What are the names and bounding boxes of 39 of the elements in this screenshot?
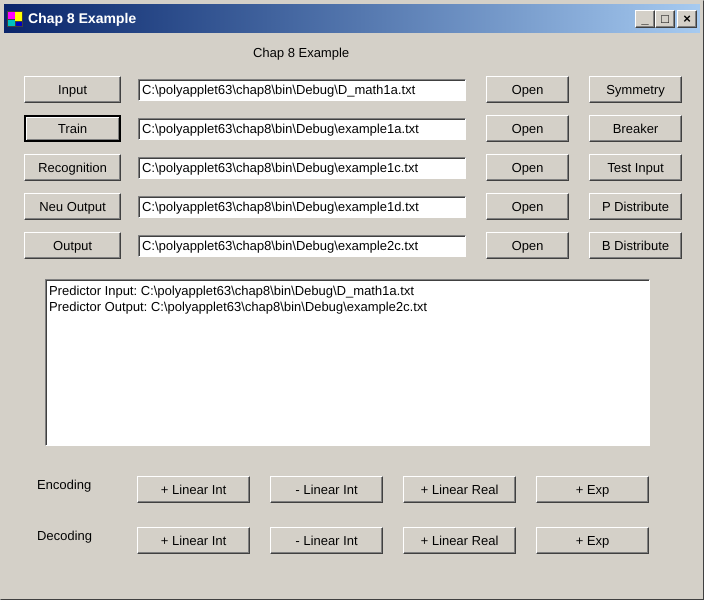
- close-button[interactable]: ×: [677, 10, 697, 28]
- path-field[interactable]: C:\polyapplet63\chap8\bin\Debug\D_math1a.txt: [138, 78, 466, 100]
- app-icon: [7, 10, 23, 26]
- heading-label: Chap 8 Example: [253, 45, 350, 60]
- tool-button[interactable]: Symmetry: [589, 76, 682, 103]
- tool-button[interactable]: B Distribute: [589, 232, 682, 259]
- row-label: Encoding: [37, 476, 92, 494]
- coding-button[interactable]: + Linear Int: [137, 476, 250, 503]
- open-button[interactable]: Open: [486, 154, 569, 181]
- log-line: Predictor Input: C:\polyapplet63\chap8\bin\Debug\D_math1a.txt: [49, 283, 415, 299]
- coding-button[interactable]: - Linear Int: [270, 527, 383, 554]
- coding-button[interactable]: + Linear Real: [403, 527, 516, 554]
- maximize-button[interactable]: □: [655, 10, 675, 28]
- minimize-button[interactable]: _: [635, 10, 655, 28]
- path-field[interactable]: C:\polyapplet63\chap8\bin\Debug\example1c.txt: [138, 156, 466, 178]
- action-button[interactable]: Output: [24, 232, 121, 259]
- coding-button[interactable]: + Exp: [536, 476, 649, 503]
- open-button[interactable]: Open: [486, 193, 569, 220]
- log-textarea[interactable]: Predictor Input: C:\polyapplet63\chap8\bin\Debug\D_math1a.txt Predictor Output: C:\polyapplet63\chap8\bin\Debug\example2c.txt: [45, 279, 650, 446]
- coding-button[interactable]: - Linear Int: [270, 476, 383, 503]
- row-label: Decoding: [37, 527, 93, 545]
- action-button[interactable]: Input: [24, 76, 121, 103]
- coding-button[interactable]: + Linear Real: [403, 476, 516, 503]
- coding-button[interactable]: + Exp: [536, 527, 649, 554]
- tool-button[interactable]: P Distribute: [589, 193, 682, 220]
- action-button[interactable]: Neu Output: [24, 193, 121, 220]
- action-button[interactable]: Train: [24, 115, 121, 142]
- path-field[interactable]: C:\polyapplet63\chap8\bin\Debug\example2c.txt: [138, 234, 466, 256]
- tool-button[interactable]: Test Input: [589, 154, 682, 181]
- log-line: Predictor Output: C:\polyapplet63\chap8\bin\Debug\example2c.txt: [49, 299, 428, 315]
- window-title: Chap 8 Example: [28, 9, 136, 28]
- tool-button[interactable]: Breaker: [589, 115, 682, 142]
- open-button[interactable]: Open: [486, 115, 569, 142]
- action-button[interactable]: Recognition: [24, 154, 121, 181]
- coding-button[interactable]: + Linear Int: [137, 527, 250, 554]
- path-field[interactable]: C:\polyapplet63\chap8\bin\Debug\example1d.txt: [138, 196, 466, 218]
- path-field[interactable]: C:\polyapplet63\chap8\bin\Debug\example1a.txt: [138, 118, 466, 140]
- open-button[interactable]: Open: [486, 232, 569, 259]
- open-button[interactable]: Open: [486, 76, 569, 103]
